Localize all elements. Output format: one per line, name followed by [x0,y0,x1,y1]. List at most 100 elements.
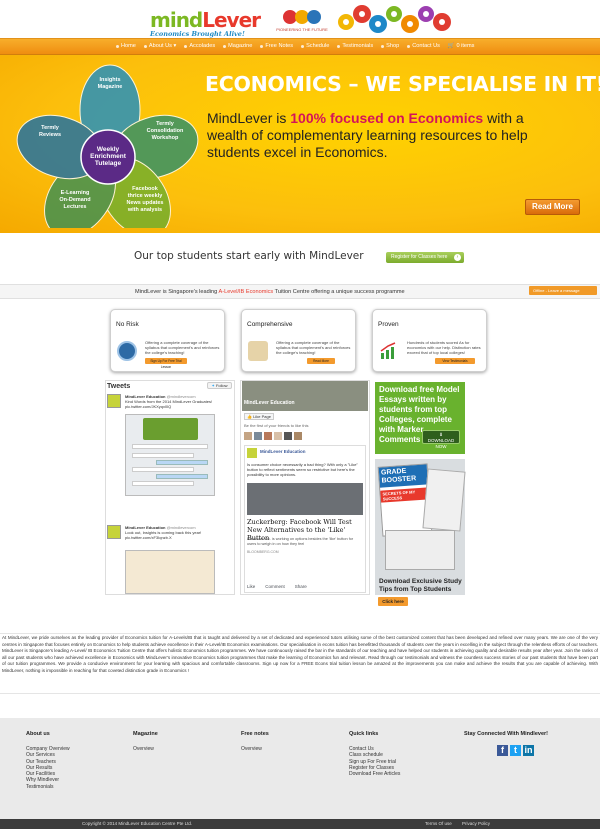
twitter-icon[interactable]: t [510,745,521,756]
nav-label: Contact Us [412,43,440,49]
footer-link[interactable]: Testimonials [26,784,70,790]
copyright-text: Copyright © 2014 MindLever Education Cen… [82,821,193,826]
offline-chat-button[interactable]: Offline - Leave a message [529,286,597,295]
nav-label: Schedule [306,43,330,49]
avatar [254,432,262,440]
fb-comment-action[interactable]: Comment [265,584,285,589]
footer-heading: Stay Connected With Mindlever! [464,731,548,737]
magazine-page-image [385,530,455,570]
nav-home[interactable]: Home [116,43,136,49]
chat-bubble [156,460,208,465]
bullet-icon [143,44,147,48]
footer-about: About us Company Overview Our Services O… [26,731,70,790]
chevron-down-icon: ▾ [171,43,177,49]
nav-label: About Us [148,43,172,49]
arrow-right-icon: › [454,254,461,261]
logo[interactable]: mindLever Economics Brought Alive! [150,8,265,38]
leading-highlight: A-Level/IB Economics [218,289,274,295]
footer-link[interactable]: Sign up For Free trial [349,759,400,765]
nav-label: Magazine [228,43,253,49]
facebook-cover-image [242,381,368,411]
grade-subtitle: SECRETS OF MY SUCCESS [380,487,430,503]
footer-free-notes: Free notes Overview [241,731,269,752]
nav-label: Home [121,43,136,49]
chat-bubble [132,481,194,486]
chat-bubble [156,474,208,479]
logo-mind: mind [150,8,203,32]
linkedin-icon[interactable]: in [523,745,534,756]
nav-about-us[interactable]: About Us ▾ [143,43,177,49]
logo-lever: Lever [202,8,261,32]
growth-chart-icon [379,341,399,361]
grade-caption: Download Exclusive Study Tips from Top S… [379,578,462,593]
fb-page-name: MindLever Education [244,400,295,406]
thumbs-up-icon: 👍 [247,414,253,419]
sponsor-text: PIONEERING THE FUTURE [276,27,328,32]
nav-contact-us[interactable]: Contact Us [407,43,440,49]
magazine-page-image [422,468,466,532]
bullet-icon [381,44,385,48]
nav-label: Shop [386,43,400,49]
feature-box-text: Hundreds of students scored As for econo… [407,340,481,355]
nav-cart[interactable]: 🛒 0 items [448,43,475,49]
read-more-small-button[interactable]: Read More [307,358,335,364]
venn-label-facebook-4: with analysis [127,207,162,213]
fb-friend-avatars [244,432,368,440]
facebook-icon[interactable]: f [497,745,508,756]
nav-label: 0 items [456,43,475,49]
free-trial-button[interactable]: Sign Up For Free Trial Lesson [145,358,187,369]
venn-label-insights: Insights [99,77,120,83]
fb-post-image[interactable] [247,483,363,515]
fb-like-page-button[interactable]: 👍 Like Page [244,413,274,420]
register-label: Register for Classes here [391,254,448,260]
footer-link[interactable]: Overview [241,746,269,752]
tweet-image[interactable] [125,414,215,496]
bullet-icon [116,44,119,48]
chat-bubble [132,444,208,449]
feature-box-title: No Risk [116,321,139,328]
register-button[interactable]: Register for Classes here › [386,252,464,263]
view-testimonials-button[interactable]: View Testimonials [435,358,475,364]
footer-link[interactable]: Overview [133,746,158,752]
graduation-image [142,418,198,440]
nav-schedule[interactable]: Schedule [301,43,329,49]
terms-link[interactable]: Terms Of use [425,821,452,826]
chat-bubble [132,453,194,458]
download-now-button[interactable]: ⬇ DOWNLOAD NOW [422,430,460,449]
venn-label-facebook-3: News updates [127,200,164,206]
sponsor-emblem-icon [283,10,321,24]
venn-label-reviews: Termly [41,125,60,131]
bullet-icon [407,44,411,48]
grade-title: GRADE BOOSTER [378,464,428,488]
tweets-header: Tweets [107,383,131,390]
avatar [247,448,257,458]
nav-label: Accolades [189,43,216,49]
gears-banner-icon [338,5,451,33]
nav-magazine[interactable]: Magazine [223,43,252,49]
feature-box-title: Proven [378,321,399,328]
feature-box-no-risk: No Risk Offering a complete coverage of … [110,309,225,372]
privacy-link[interactable]: Privacy Policy [462,821,490,826]
tweet-image[interactable] [125,550,215,594]
fb-like-action[interactable]: Like [247,584,255,589]
nav-accolades[interactable]: Accolades [184,43,215,49]
cart-icon: 🛒 [447,43,457,49]
nav-free-notes[interactable]: Free Notes [260,43,293,49]
early-heading: Our top students start early with MindLe… [134,250,364,262]
footer-heading: Quick links [349,731,379,737]
hero-title: ECONOMICS – WE SPECIALISE IN IT! [205,72,600,96]
download-icon: ⬇ [439,432,443,437]
fb-share-action[interactable]: Share [295,584,307,589]
tweet-text: Look out, Insights is coming back this y… [125,530,202,540]
feature-box-title: Comprehensive [247,321,293,328]
nav-testimonials[interactable]: Testimonials [337,43,373,49]
read-more-button[interactable]: Read More [525,199,580,215]
avatar [294,432,302,440]
twitter-follow-button[interactable]: ✦ Follow [207,382,232,389]
leading-pre: MindLever is Singapore's leading [135,289,219,295]
footer-heading: Magazine [133,731,158,737]
click-here-button[interactable]: Click here [378,597,408,606]
hero-body-highlight: 100% focused on Economics [290,110,484,126]
footer-link[interactable]: Download Free Articles [349,771,400,777]
nav-shop[interactable]: Shop [381,43,399,49]
